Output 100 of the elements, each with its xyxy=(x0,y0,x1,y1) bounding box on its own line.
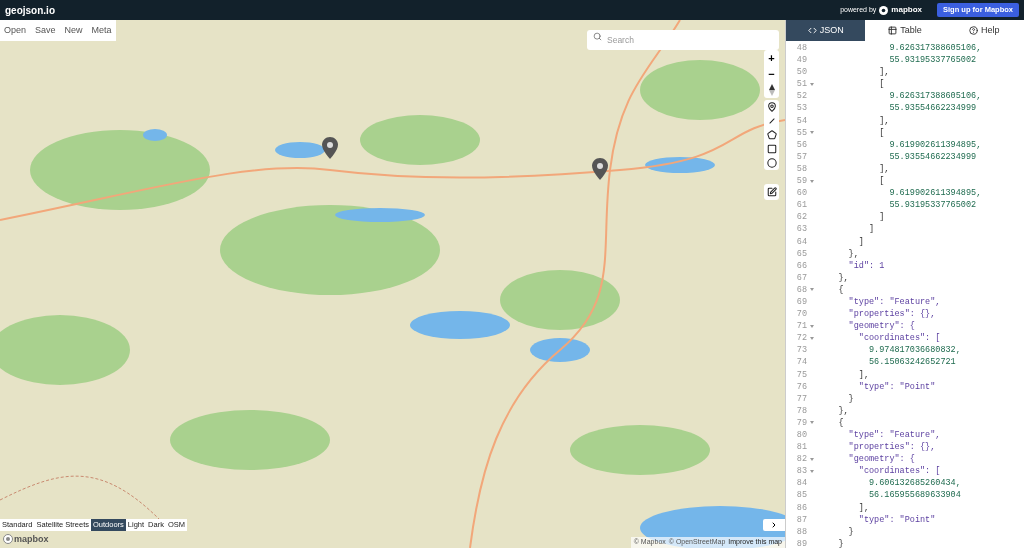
mapbox-wordmark: mapbox xyxy=(891,4,922,16)
rectangle-tool[interactable] xyxy=(766,144,777,154)
code-line: "type": "Feature", xyxy=(847,295,941,309)
line-number: 62 xyxy=(796,211,807,224)
line-number: 89 xyxy=(796,537,807,548)
file-menu-item[interactable]: New xyxy=(64,23,83,38)
code-line: "coordinates": [ xyxy=(857,332,941,345)
line-number: 80 xyxy=(796,429,807,442)
code-line: ] xyxy=(868,223,875,236)
edit-icon[interactable] xyxy=(766,187,777,197)
code-line: 9.619902611394895, xyxy=(888,187,982,200)
fold-caret-icon[interactable] xyxy=(810,457,814,461)
fold-caret-icon[interactable] xyxy=(810,469,814,473)
code-line: 9.606132685260434, xyxy=(868,477,961,490)
code-line: } xyxy=(837,537,844,548)
mapbox-logo-icon xyxy=(3,534,13,545)
line-number: 58 xyxy=(796,162,807,176)
code-line: "type": "Point" xyxy=(857,513,936,526)
line-number: 51 xyxy=(796,78,807,91)
code-line: "type": "Point" xyxy=(857,380,936,393)
line-number: 75 xyxy=(796,368,807,381)
panel-tab[interactable]: JSON xyxy=(786,20,866,41)
line-number: 55 xyxy=(796,126,807,139)
line-number: 65 xyxy=(796,247,807,260)
line-number: 83 xyxy=(796,465,807,478)
help-icon xyxy=(969,26,979,35)
line-number: 79 xyxy=(796,416,807,429)
line-number: 63 xyxy=(796,223,807,236)
code-line: [ xyxy=(878,78,885,91)
file-menu-item[interactable]: Save xyxy=(35,23,56,38)
map-pin-icon[interactable] xyxy=(592,158,608,180)
line-number: 76 xyxy=(796,380,807,393)
zoom-out-button[interactable]: − xyxy=(764,66,779,82)
line-number: 70 xyxy=(796,308,807,321)
line-number: 84 xyxy=(796,477,807,490)
line-number: 71 xyxy=(796,320,807,333)
code-line: { xyxy=(837,283,844,296)
line-number: 57 xyxy=(796,150,807,163)
mapbox-wordmark: mapbox xyxy=(14,532,49,546)
zoom-in-button[interactable]: + xyxy=(764,50,779,66)
file-menu-item[interactable]: Meta xyxy=(91,23,112,38)
code-line: 55.93554662234999 xyxy=(888,102,977,115)
line-number: 52 xyxy=(796,90,807,103)
code-line: }, xyxy=(837,404,849,417)
line-number: 48 xyxy=(796,42,807,55)
code-line: [ xyxy=(878,126,885,139)
code-line: { xyxy=(837,416,844,429)
polygon-tool[interactable] xyxy=(766,130,777,140)
circle-tool[interactable] xyxy=(766,158,777,168)
code-line: ], xyxy=(878,162,890,176)
code-line: 9.626317388605106, xyxy=(888,42,982,55)
line-number: 53 xyxy=(796,102,807,115)
line-number: 67 xyxy=(796,271,807,284)
code-line: }, xyxy=(847,247,859,260)
line-number: 78 xyxy=(796,404,807,417)
line-number: 50 xyxy=(796,66,807,79)
fold-caret-icon[interactable] xyxy=(810,82,814,86)
line-number: 85 xyxy=(796,489,807,502)
code-line: 56.165955689633904 xyxy=(868,489,961,502)
line-number: 73 xyxy=(796,344,807,357)
code-line: ], xyxy=(857,501,869,514)
code-line: ] xyxy=(878,211,885,224)
code-line: ], xyxy=(878,114,890,127)
fold-caret-icon[interactable] xyxy=(810,324,814,328)
search-field[interactable]: Search xyxy=(587,30,779,50)
line-number: 74 xyxy=(796,356,807,369)
code-line: ] xyxy=(857,235,864,248)
line-number: 82 xyxy=(796,453,807,466)
code-line: } xyxy=(847,525,854,538)
fold-caret-icon[interactable] xyxy=(810,421,814,425)
code-line: 9.626317388605106, xyxy=(888,90,982,103)
line-number: 88 xyxy=(796,525,807,538)
code-line: ], xyxy=(878,66,890,79)
mapbox-logo-icon xyxy=(879,5,889,15)
app-logo[interactable]: geojson.io xyxy=(5,2,55,18)
collapse-panel-button[interactable] xyxy=(763,519,785,531)
code-line: "properties": {}, xyxy=(847,441,936,454)
line-number: 68 xyxy=(796,283,807,296)
table-icon xyxy=(888,26,898,35)
line-number: 56 xyxy=(796,138,807,151)
search-icon xyxy=(593,31,602,41)
line-number: 64 xyxy=(796,235,807,248)
code-line: "properties": {}, xyxy=(847,308,936,321)
code-line: [ xyxy=(878,175,885,188)
compass-icon[interactable] xyxy=(767,84,776,96)
map-pin-icon[interactable] xyxy=(322,137,338,159)
fold-caret-icon[interactable] xyxy=(810,336,814,340)
line-number: 86 xyxy=(796,501,807,514)
chevron-right-icon xyxy=(770,521,778,529)
line-number: 77 xyxy=(796,392,807,405)
file-menu-item[interactable]: Open xyxy=(4,23,27,38)
fold-caret-icon[interactable] xyxy=(810,131,814,135)
code-line: 9.619902611394895, xyxy=(888,138,982,151)
fold-caret-icon[interactable] xyxy=(810,288,814,292)
code-line: 56.15063242652721 xyxy=(868,356,956,369)
code-icon xyxy=(807,26,817,35)
marker-tool[interactable] xyxy=(766,102,777,112)
line-number: 81 xyxy=(796,441,807,454)
line-number: 49 xyxy=(796,54,807,67)
fold-caret-icon[interactable] xyxy=(810,179,814,183)
